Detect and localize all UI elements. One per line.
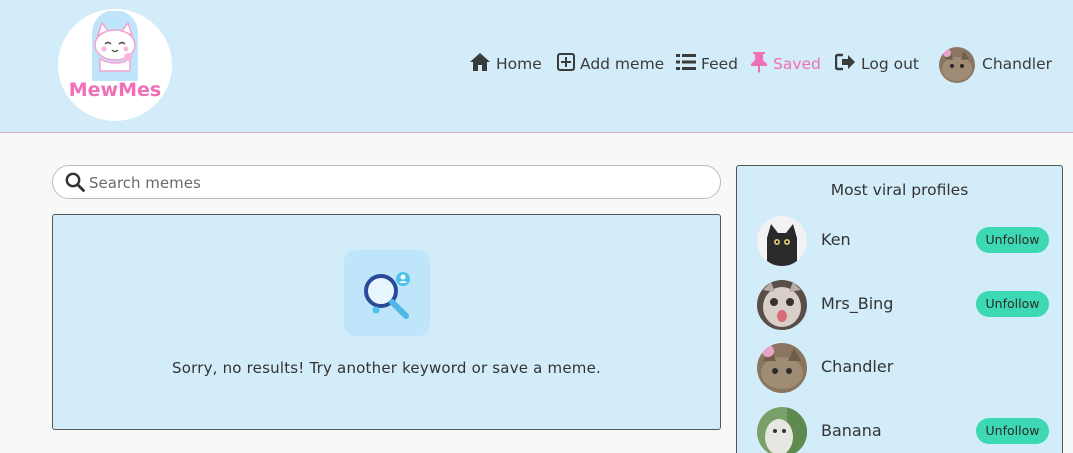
logo[interactable]: MewMes [58, 9, 172, 121]
search-input[interactable] [89, 172, 689, 194]
profile-item: Mrs_Bing Unfollow [757, 280, 1049, 330]
plus-square-icon [557, 53, 575, 75]
profile-name[interactable]: Ken [821, 230, 851, 249]
nav-add-meme-label: Add meme [580, 55, 665, 73]
nav-saved[interactable]: Saved [750, 50, 821, 78]
profile-item: Banana Unfollow [757, 407, 1049, 453]
profile-name[interactable]: Banana [821, 421, 882, 440]
profile-item: Ken Unfollow [757, 216, 1049, 266]
header: MewMes Home Add meme Feed Saved Log out [0, 0, 1073, 133]
nav-user-label: Chandler [982, 55, 1053, 73]
profile-avatar[interactable] [757, 216, 807, 266]
empty-results-message: Sorry, no results! Try another keyword o… [172, 359, 601, 377]
nav-user[interactable]: Chandler [982, 50, 1052, 78]
unfollow-button[interactable]: Unfollow [976, 418, 1049, 444]
nav-feed[interactable]: Feed [676, 50, 738, 78]
profile-avatar[interactable] [757, 343, 807, 393]
nav-saved-label: Saved [773, 55, 821, 73]
profile-avatar[interactable] [757, 407, 807, 453]
viral-profiles-title: Most viral profiles [830, 181, 969, 199]
list-icon [676, 53, 696, 75]
cat-logo-icon [92, 11, 138, 81]
logo-text: MewMes [68, 79, 162, 101]
nav-feed-label: Feed [701, 55, 738, 73]
profile-name[interactable]: Mrs_Bing [821, 294, 893, 313]
magnifier-user-icon [344, 250, 430, 336]
pin-icon [750, 51, 768, 77]
nav-logout[interactable]: Log out [834, 50, 919, 78]
results-panel: Sorry, no results! Try another keyword o… [52, 214, 721, 430]
user-avatar[interactable] [939, 47, 975, 83]
logout-icon [834, 53, 856, 75]
profile-avatar[interactable] [757, 280, 807, 330]
home-icon [469, 52, 491, 76]
nav-home[interactable]: Home [469, 50, 542, 78]
nav-home-label: Home [496, 55, 542, 73]
profile-name[interactable]: Chandler [821, 357, 893, 376]
unfollow-button[interactable]: Unfollow [976, 291, 1049, 317]
nav-add-meme[interactable]: Add meme [557, 50, 664, 78]
search-bar [52, 165, 721, 199]
nav-logout-label: Log out [861, 55, 919, 73]
unfollow-button[interactable]: Unfollow [976, 227, 1049, 253]
viral-profiles-panel: Most viral profiles Ken Unfollow Mrs_Bin… [736, 165, 1063, 453]
profile-item: Chandler [757, 343, 1049, 393]
search-icon [65, 172, 85, 196]
